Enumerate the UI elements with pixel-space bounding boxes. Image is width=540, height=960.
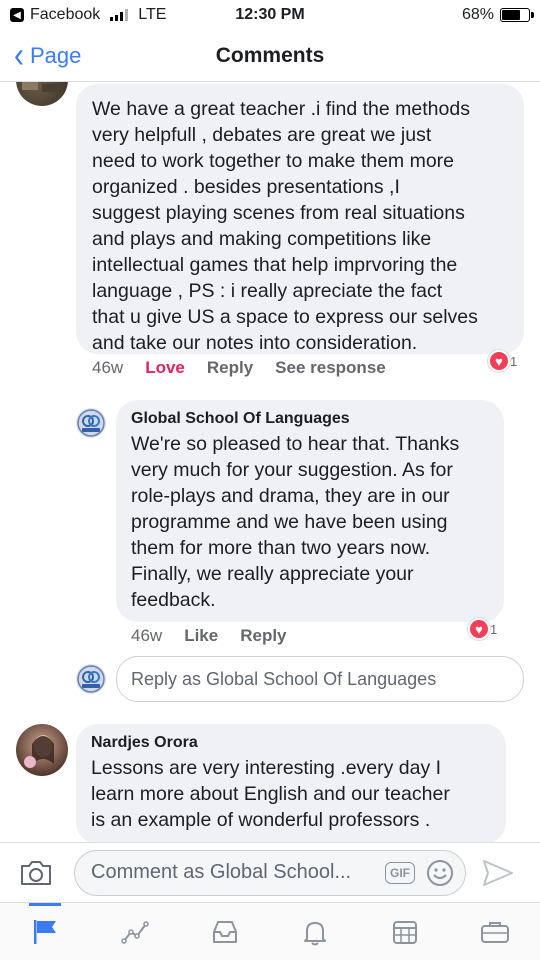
heart-icon: ♥: [468, 618, 490, 640]
comment-bubble[interactable]: We have a great teacher .i find the meth…: [76, 84, 524, 354]
gif-button[interactable]: GIF: [385, 861, 415, 884]
back-to-app-icon[interactable]: ◀: [10, 8, 24, 22]
page-avatar[interactable]: [76, 408, 106, 438]
comment-input-placeholder: Comment as Global School...: [91, 861, 352, 883]
signal-strength-icon: [110, 9, 129, 21]
tab-tools[interactable]: [465, 908, 525, 956]
tab-notifications[interactable]: [285, 908, 345, 956]
comment-bubble[interactable]: Nardjes Orora Lessons are very interesti…: [76, 724, 506, 842]
reply-button[interactable]: Reply: [207, 358, 253, 378]
tab-insights[interactable]: [105, 908, 165, 956]
reply-actions: 46w Like Reply: [131, 626, 287, 646]
back-label: Page: [30, 42, 82, 68]
heart-icon: ♥: [488, 350, 510, 372]
bell-icon: [304, 921, 326, 945]
love-button[interactable]: Love: [145, 358, 185, 378]
comment-text: Lessons are very interesting .every day …: [91, 757, 450, 831]
like-button[interactable]: Like: [184, 626, 218, 646]
comment-composer: Comment as Global School... GIF: [0, 842, 540, 902]
back-button[interactable]: ‹ Page: [0, 35, 82, 75]
network-label: LTE: [138, 6, 167, 23]
reply-input-placeholder: Reply as Global School Of Languages: [131, 668, 437, 689]
tab-page[interactable]: [15, 902, 75, 956]
carrier-label[interactable]: Facebook: [30, 6, 100, 24]
insights-icon: [121, 920, 149, 944]
comments-list[interactable]: We have a great teacher .i find the meth…: [0, 82, 540, 842]
see-response-button[interactable]: See response: [275, 358, 386, 378]
chevron-left-icon: ‹: [14, 35, 24, 75]
reply-input[interactable]: Reply as Global School Of Languages: [116, 656, 524, 702]
camera-icon[interactable]: [12, 851, 60, 895]
inbox-icon: [213, 920, 237, 943]
battery-percent: 68%: [461, 6, 494, 23]
comment-input[interactable]: Comment as Global School... GIF: [74, 849, 466, 896]
global-school-logo-icon: [77, 665, 105, 693]
reaction-count: 1: [490, 621, 498, 637]
reply-text: We're so pleased to hear that. Thanks ve…: [131, 433, 460, 611]
avatar-photo-icon: [22, 82, 62, 92]
reply-author[interactable]: Global School Of Languages: [131, 410, 489, 428]
tab-publishing[interactable]: [375, 908, 435, 956]
status-left: ◀ Facebook LTE: [10, 6, 166, 24]
page-avatar: [76, 664, 106, 694]
flag-icon: [34, 919, 56, 944]
briefcase-icon: [481, 921, 509, 943]
reaction-badge[interactable]: ♥ 1: [468, 618, 497, 640]
emoji-icon[interactable]: [425, 858, 455, 888]
status-right: 68%: [461, 6, 534, 24]
commenter-avatar[interactable]: [16, 82, 68, 106]
avatar-photo-icon: [24, 735, 54, 768]
comment-time: 46w: [92, 358, 124, 377]
comment-author[interactable]: Nardjes Orora: [91, 734, 491, 752]
send-icon[interactable]: [480, 855, 516, 891]
battery-icon: [500, 8, 534, 22]
status-bar: ◀ Facebook LTE 12:30 PM 68%: [0, 0, 540, 30]
reaction-badge[interactable]: ♥ 1: [488, 350, 517, 372]
reaction-count: 1: [510, 353, 518, 369]
reply-button[interactable]: Reply: [240, 626, 286, 646]
tab-inbox[interactable]: [195, 908, 255, 956]
reply-time: 46w: [131, 626, 163, 645]
commenter-avatar[interactable]: [16, 724, 68, 776]
global-school-logo-icon: [77, 409, 105, 437]
navigation-bar: ‹ Page Comments: [0, 30, 540, 82]
calendar-icon: [393, 920, 417, 944]
tab-bar: [0, 902, 540, 960]
comment-text: We have a great teacher .i find the meth…: [92, 98, 478, 354]
reply-bubble[interactable]: Global School Of Languages We're so plea…: [116, 400, 504, 622]
battery-fill: [502, 10, 520, 20]
comment-actions: 46w Love Reply See response: [92, 358, 386, 378]
